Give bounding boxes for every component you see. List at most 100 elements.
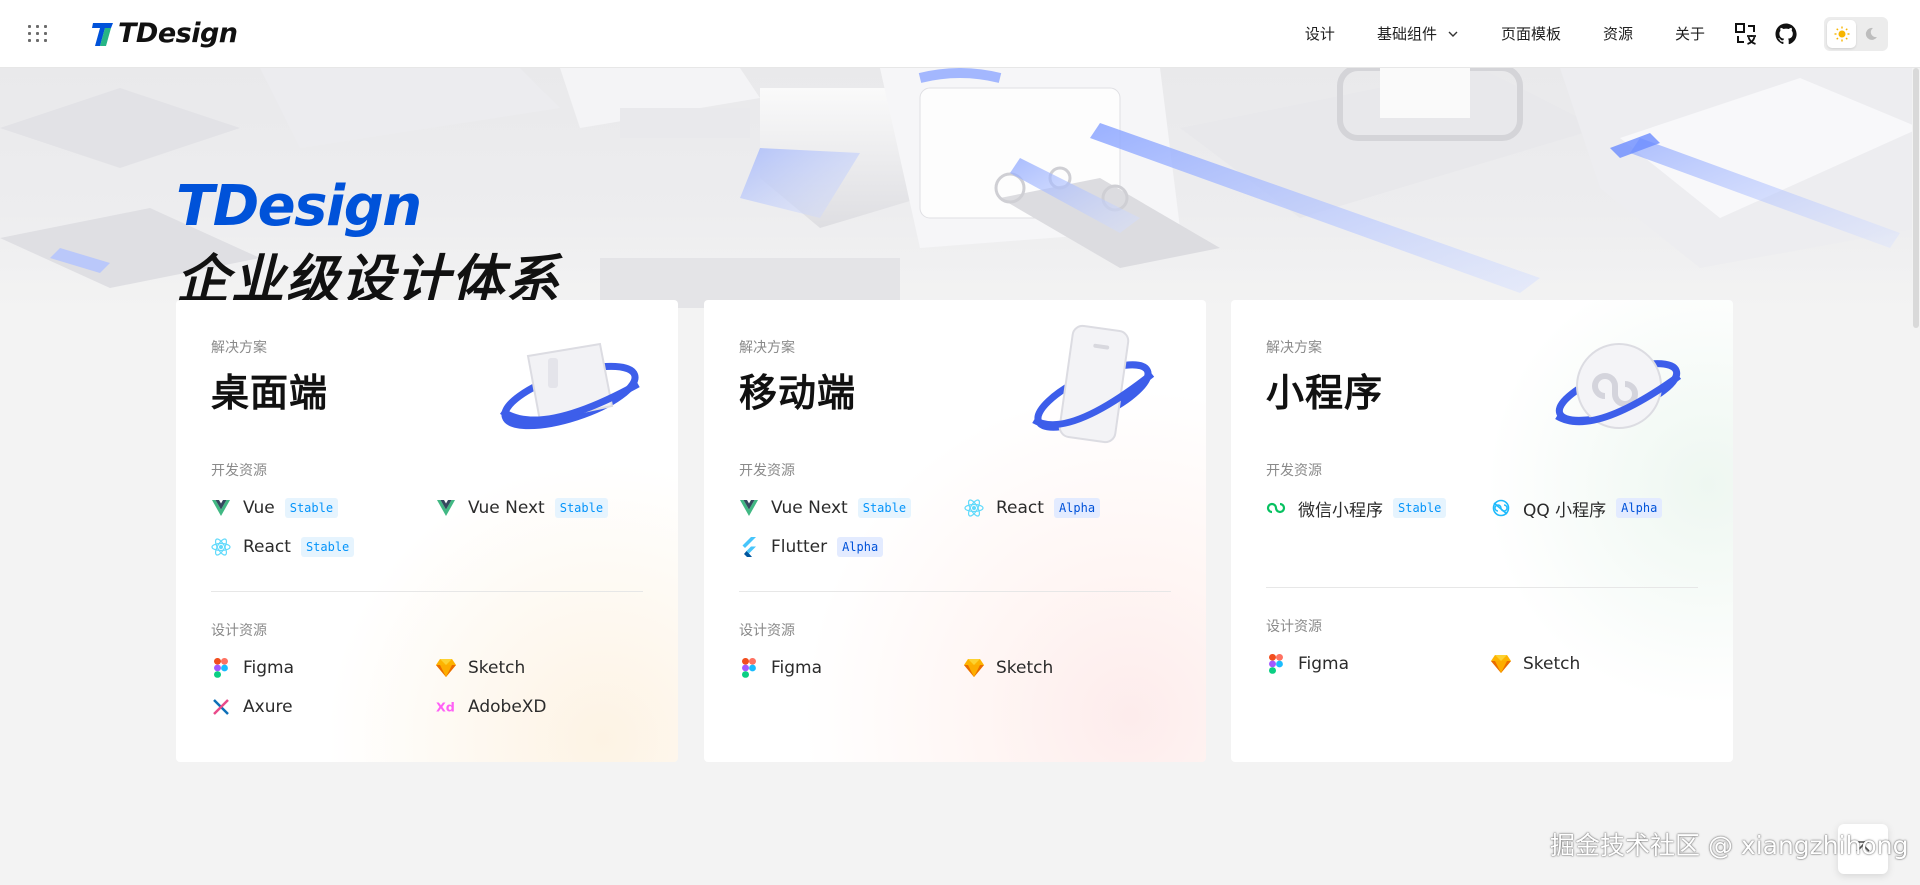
resource-vue-next[interactable]: Vue Next Stable xyxy=(436,496,609,520)
resource-axure[interactable]: Axure xyxy=(211,695,293,719)
svg-text:Xd: Xd xyxy=(436,700,455,715)
vue-icon xyxy=(436,498,456,518)
resource-vue[interactable]: Vue Stable xyxy=(211,496,339,520)
card-subtitle: 解决方案 xyxy=(211,340,267,356)
nav-components-label: 基础组件 xyxy=(1376,25,1437,43)
nav-resources-label: 资源 xyxy=(1602,25,1633,43)
solution-card-desktop: 解决方案 桌面端 开发资源 Vue Stable Vue Next Stable… xyxy=(176,300,678,762)
tdesign-logo-icon xyxy=(92,22,113,46)
card-subtitle: 解决方案 xyxy=(1266,340,1322,356)
resource-figma[interactable]: Figma xyxy=(1266,652,1349,676)
nav-about[interactable]: 关于 xyxy=(1654,0,1726,68)
resource-name: QQ 小程序 xyxy=(1523,500,1607,521)
solution-card-miniprogram: 解决方案 小程序 开发资源 微信小程序 Stable QQ 小程序 Alpha … xyxy=(1231,300,1733,762)
resource-name: React xyxy=(996,498,1044,518)
resource-sketch[interactable]: Sketch xyxy=(436,656,525,680)
resource-name: Axure xyxy=(243,697,293,717)
resource-react[interactable]: React Stable xyxy=(211,535,355,559)
watermark: 掘金技术社区 @ xiangzhihong xyxy=(1550,831,1909,860)
apps-grid-icon[interactable] xyxy=(26,22,50,46)
resource-name: Sketch xyxy=(468,658,526,678)
nav-templates[interactable]: 页面模板 xyxy=(1480,0,1582,68)
resource-figma[interactable]: Figma xyxy=(211,656,294,680)
resource-vue-next[interactable]: Vue Next Stable xyxy=(739,496,912,520)
flutter-icon xyxy=(739,537,759,557)
resource-sketch[interactable]: Sketch xyxy=(964,656,1053,680)
qq-miniprogram-icon xyxy=(1491,498,1511,518)
github-icon[interactable] xyxy=(1773,21,1799,47)
resource-react[interactable]: React Alpha xyxy=(964,496,1101,520)
status-badge: Stable xyxy=(1393,498,1447,518)
nav-design[interactable]: 设计 xyxy=(1284,0,1356,68)
status-badge: Stable xyxy=(284,498,339,518)
resource-name: Figma xyxy=(243,658,295,678)
status-badge: Alpha xyxy=(1053,498,1101,518)
divider xyxy=(1266,587,1698,588)
nav-design-label: 设计 xyxy=(1304,25,1335,43)
hero-title-en: TDesign xyxy=(176,174,422,239)
solution-card-mobile: 解决方案 移动端 开发资源 Vue Next Stable React Alph… xyxy=(704,300,1206,762)
dev-resources-label: 开发资源 xyxy=(1266,463,1322,479)
moon-icon[interactable] xyxy=(1856,20,1885,48)
top-nav-bar: TDesign 设计 基础组件 页面模板 资源 关于 xyxy=(0,0,1920,68)
resource-flutter[interactable]: Flutter Alpha xyxy=(739,535,884,559)
translate-icon[interactable] xyxy=(1733,21,1759,47)
axure-icon xyxy=(211,697,231,717)
nav-about-label: 关于 xyxy=(1674,25,1705,43)
status-badge: Stable xyxy=(300,537,355,557)
card-title: 桌面端 xyxy=(211,371,329,415)
resource-name: Sketch xyxy=(1523,654,1581,674)
sketch-icon xyxy=(964,658,984,678)
resource-name: Figma xyxy=(1298,654,1350,674)
logo-text: TDesign xyxy=(118,18,238,49)
status-badge: Stable xyxy=(554,498,609,518)
main-nav: 设计 基础组件 页面模板 资源 关于 xyxy=(1284,0,1920,68)
mobile-illustration xyxy=(1032,324,1155,444)
nav-resources[interactable]: 资源 xyxy=(1582,0,1654,68)
design-resources-label: 设计资源 xyxy=(1266,619,1322,635)
resource-wechat-miniprogram[interactable]: 微信小程序 Stable xyxy=(1266,496,1447,521)
resource-qq-miniprogram[interactable]: QQ 小程序 Alpha xyxy=(1491,496,1663,521)
resource-adobexd[interactable]: Xd AdobeXD xyxy=(436,695,547,719)
resource-figma[interactable]: Figma xyxy=(739,656,822,680)
card-title: 移动端 xyxy=(739,371,857,415)
theme-switch[interactable] xyxy=(1824,16,1888,51)
resource-name: Figma xyxy=(771,658,823,678)
design-resources-label: 设计资源 xyxy=(739,623,795,639)
dev-resources-label: 开发资源 xyxy=(739,463,795,479)
scrollbar-thumb[interactable] xyxy=(1913,68,1919,328)
card-title: 小程序 xyxy=(1266,371,1384,415)
chevron-down-icon xyxy=(1448,31,1458,37)
hero-title-cn: 企业级设计体系 xyxy=(176,250,561,308)
design-resources-label: 设计资源 xyxy=(211,623,267,639)
card-subtitle: 解决方案 xyxy=(739,340,795,356)
figma-icon xyxy=(739,658,759,678)
adobexd-icon: Xd xyxy=(436,697,456,717)
figma-icon xyxy=(1266,654,1286,674)
miniprogram-illustration xyxy=(1555,343,1682,429)
divider xyxy=(211,591,643,592)
resource-name: Vue Next xyxy=(468,498,545,518)
vue-icon xyxy=(739,498,759,518)
sketch-icon xyxy=(436,658,456,678)
dev-resources-label: 开发资源 xyxy=(211,463,267,479)
divider xyxy=(739,591,1171,592)
page-scrollbar[interactable] xyxy=(1912,68,1920,885)
sun-icon[interactable] xyxy=(1827,19,1856,48)
react-icon xyxy=(211,537,231,557)
resource-sketch[interactable]: Sketch xyxy=(1491,652,1580,676)
sketch-icon xyxy=(1491,654,1511,674)
resource-name: 微信小程序 xyxy=(1298,500,1383,521)
status-badge: Alpha xyxy=(837,537,884,557)
hero-banner: TDesign 企业级设计体系 xyxy=(0,68,1920,308)
resource-name: React xyxy=(243,537,291,557)
nav-templates-label: 页面模板 xyxy=(1500,25,1561,43)
nav-components[interactable]: 基础组件 xyxy=(1356,0,1480,68)
resource-name: AdobeXD xyxy=(468,697,547,717)
resource-name: Sketch xyxy=(996,658,1054,678)
status-badge: Alpha xyxy=(1616,498,1663,518)
vue-icon xyxy=(211,498,231,518)
resource-name: Vue Next xyxy=(771,498,848,518)
react-icon xyxy=(964,498,984,518)
logo[interactable]: TDesign xyxy=(90,18,238,49)
